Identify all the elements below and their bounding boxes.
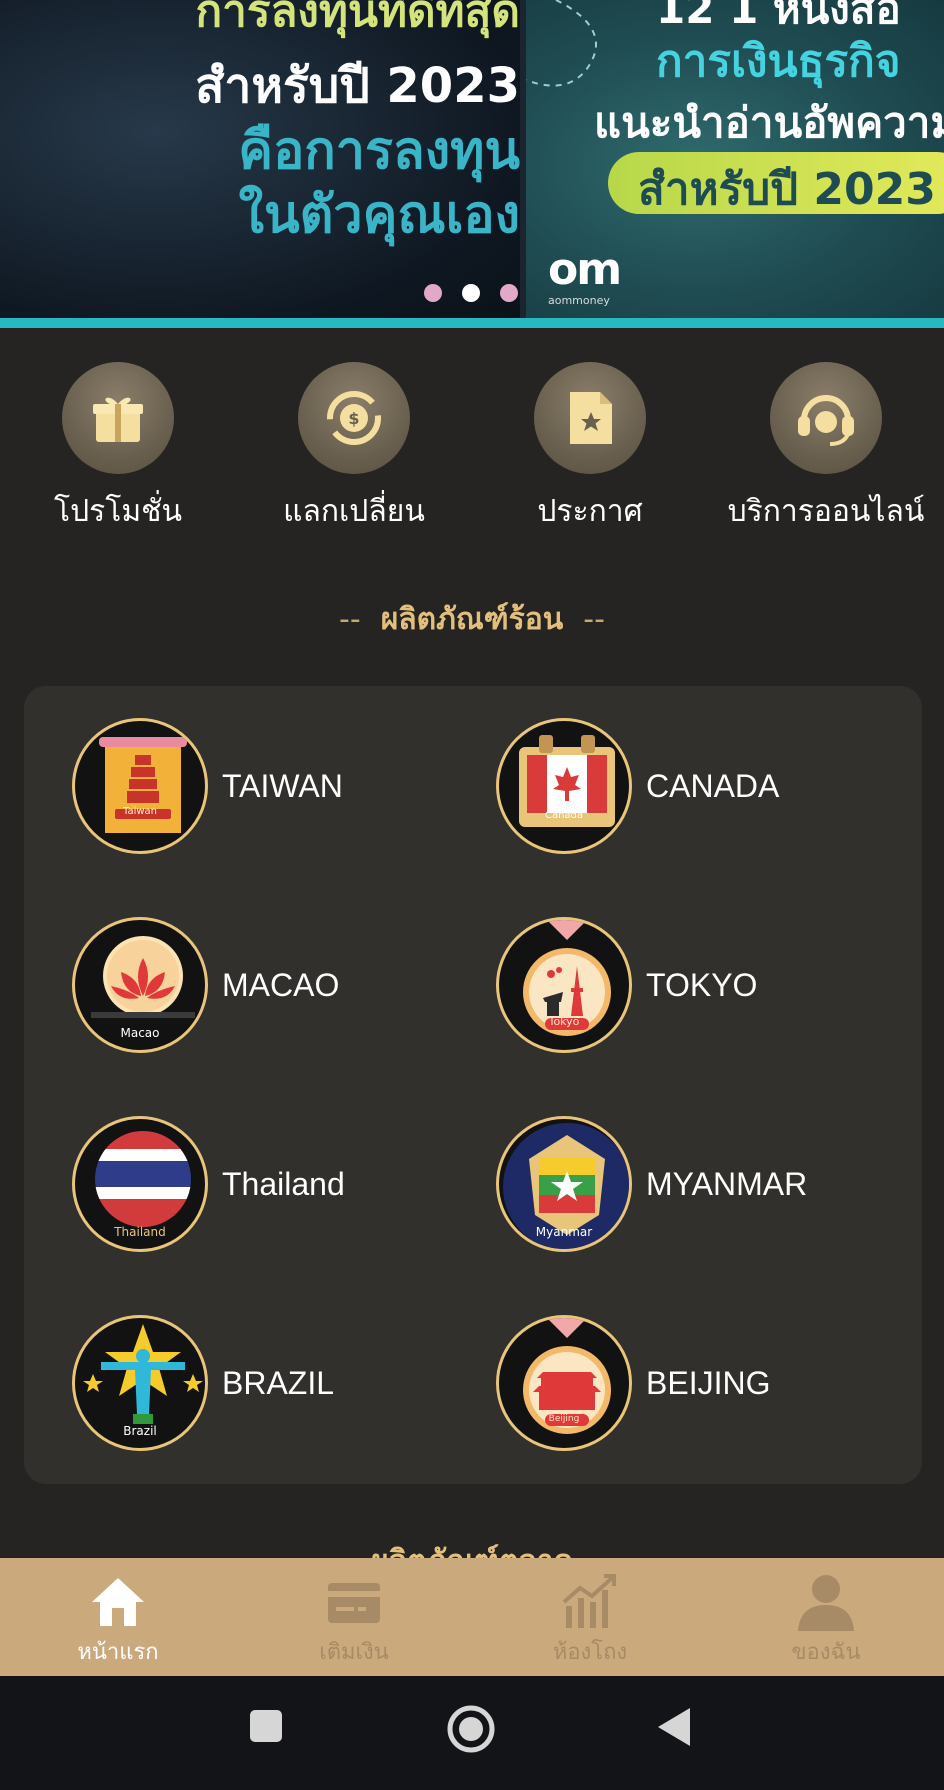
bottom-navigation: หน้าแรก เติมเงิน ห้องโถง ของฉัน [0,1558,944,1676]
heading-dash-right: -- [583,602,605,637]
card-icon [236,1572,472,1632]
brand-logo-sub: aommoney [548,294,610,307]
banner-slide-2[interactable]: 12 1 หนังสือ การเงินธุรกิจ แนะนำอ่านอัพค… [526,0,944,328]
product-caption: Thailand [114,1225,166,1239]
product-item-macao[interactable]: Macao MACAO [72,915,492,1055]
hot-products-panel: Taiwan TAIWAN Canada CANADA Macao MACAO … [24,686,922,1484]
user-icon [708,1572,944,1632]
brand-logo: om aommoney [548,244,622,308]
nav-label: ห้องโถง [552,1640,628,1665]
brand-logo-mark: om [548,244,622,295]
quick-menu-exchange[interactable]: $ แลกเปลี่ยน [236,362,472,532]
product-name: BRAZIL [222,1364,335,1401]
nav-topup[interactable]: เติมเงิน [236,1558,472,1676]
banner-slide-1[interactable]: การลงทุนที่ดีที่สุด สำหรับปี 2023 คือการ… [0,0,520,328]
carousel-dot-1[interactable] [424,284,442,302]
product-caption: Macao [120,1026,160,1040]
home-icon [0,1572,236,1632]
product-caption: Beijing [548,1414,580,1424]
gift-icon [62,362,174,474]
product-item-thailand[interactable]: Thailand Thailand [72,1114,492,1254]
hot-products-heading: -- ผลิตภัณฑ์ร้อน -- [0,596,944,643]
slide2-pill-text: สำหรับปี 2023 [638,164,936,215]
product-name: TAIWAN [222,767,343,804]
heading-dash-left: -- [339,602,361,637]
product-item-myanmar[interactable]: Myanmar MYANMAR [496,1114,916,1254]
announcement-icon [534,362,646,474]
product-name: BEIJING [646,1364,771,1401]
taiwan-tower-icon: Taiwan [72,718,208,854]
nav-label: ของฉัน [791,1640,861,1665]
slide2-line2: การเงินธุรกิจ [656,36,901,87]
slide1-line4: ในตัวคุณเอง [238,185,520,245]
thailand-flag-icon: Thailand [72,1116,208,1252]
canada-flag-icon: Canada [496,718,632,854]
app-screen: การลงทุนที่ดีที่สุด สำหรับปี 2023 คือการ… [0,0,944,1790]
svg-text:$: $ [348,409,359,428]
quick-menu-online-service[interactable]: บริการออนไลน์ [708,362,944,532]
square-icon [250,1710,282,1742]
product-name: Thailand [222,1165,345,1202]
back-system-button[interactable] [656,1706,692,1752]
banner-carousel[interactable]: การลงทุนที่ดีที่สุด สำหรับปี 2023 คือการ… [0,0,944,328]
quick-menu-label: แลกเปลี่ยน [283,494,425,529]
carousel-dot-3[interactable] [500,284,518,302]
quick-menu-label: บริการออนไลน์ [727,494,925,529]
slide2-pill: สำหรับปี 2023 [608,152,944,215]
product-item-beijing[interactable]: Beijing BEIJING [496,1313,916,1453]
product-name: MACAO [222,966,340,1003]
product-caption: Myanmar [535,1225,593,1239]
product-name: CANADA [646,767,780,804]
myanmar-emblem-icon: Myanmar [496,1116,632,1252]
nav-mine[interactable]: ของฉัน [708,1558,944,1676]
nav-home[interactable]: หน้าแรก [0,1558,236,1676]
quick-menu-promotion[interactable]: โปรโมชั่น [0,362,236,532]
macao-lotus-icon: Macao [72,917,208,1053]
product-item-taiwan[interactable]: Taiwan TAIWAN [72,716,492,856]
system-navigation-bar [0,1676,944,1790]
nav-hall[interactable]: ห้องโถง [472,1558,708,1676]
banner-accent-line [0,318,944,328]
tokyo-tower-icon: Tokyo [496,917,632,1053]
quick-menu-announcement[interactable]: ประกาศ [472,362,708,532]
product-caption: Taiwan [122,806,157,817]
nav-label: หน้าแรก [77,1640,159,1665]
back-triangle-icon [658,1708,690,1746]
product-item-tokyo[interactable]: Tokyo TOKYO [496,915,916,1055]
product-caption: Canada [544,810,584,821]
circle-icon [447,1705,495,1753]
quick-menu-label: ประกาศ [537,494,643,529]
headset-icon [770,362,882,474]
carousel-dot-2[interactable] [462,284,480,302]
exchange-icon: $ [298,362,410,474]
quick-menu-label: โปรโมชั่น [53,494,183,529]
product-caption: Brazil [123,1424,157,1438]
home-system-button[interactable] [446,1704,496,1758]
product-name: TOKYO [646,966,758,1003]
product-item-brazil[interactable]: Brazil BRAZIL [72,1313,492,1453]
slide2-line3: แนะนำอ่านอัพความ [594,98,944,147]
nav-label: เติมเงิน [319,1640,389,1665]
hot-products-title: ผลิตภัณฑ์ร้อน [380,602,564,637]
product-item-canada[interactable]: Canada CANADA [496,716,916,856]
carousel-dots[interactable] [424,284,518,302]
beijing-gate-icon: Beijing [496,1315,632,1451]
brazil-statue-icon: Brazil [72,1315,208,1451]
product-caption: Tokyo [548,1015,580,1028]
recent-apps-button[interactable] [248,1708,284,1748]
slide1-line1: การลงทุนที่ดีที่สุด [195,0,520,37]
product-name: MYANMAR [646,1165,808,1202]
chart-icon [472,1572,708,1632]
